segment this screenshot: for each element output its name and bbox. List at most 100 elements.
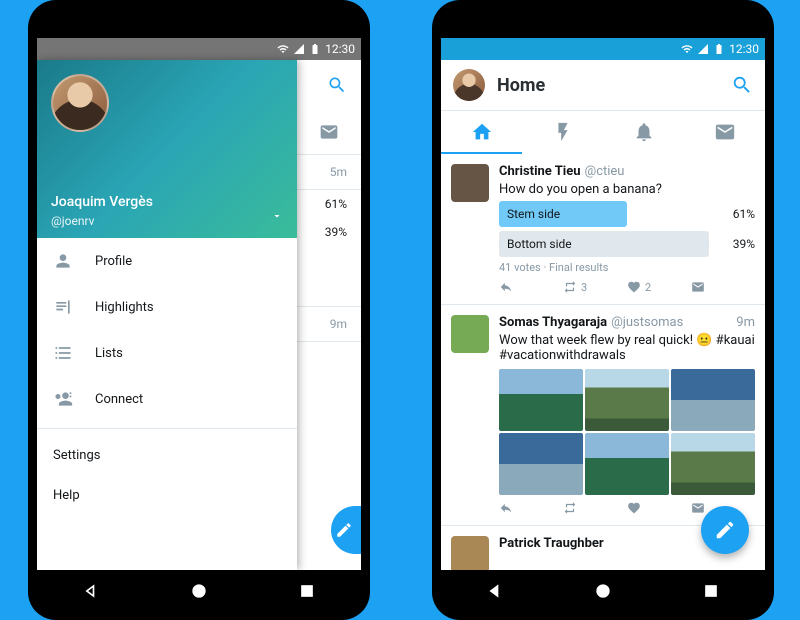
search-icon[interactable]: [327, 75, 347, 95]
android-navbar: [37, 570, 361, 612]
back-icon[interactable]: [485, 581, 505, 601]
tweet-name: Christine Tieu: [499, 164, 581, 179]
drawer-item-highlights[interactable]: Highlights: [37, 284, 297, 330]
tweet-text: How do you open a banana?: [499, 182, 755, 197]
heart-icon: [627, 280, 641, 294]
bolt-icon: [552, 121, 574, 143]
tweet[interactable]: Christine Tieu @ctieu How do you open a …: [441, 154, 765, 305]
signal-icon: [697, 43, 709, 55]
avatar[interactable]: [451, 315, 489, 353]
page-title: Home: [497, 75, 719, 96]
wifi-icon: [277, 43, 289, 55]
screen-right: 12:30 Home Christine Tieu @ctieu H: [441, 38, 765, 570]
toolbar: Home: [441, 60, 765, 111]
poll-meta: 41 votes · Final results: [499, 261, 755, 274]
drawer-name: Joaquim Vergès: [51, 194, 153, 210]
recent-icon[interactable]: [297, 581, 317, 601]
battery-icon: [309, 43, 321, 55]
status-bar: 12:30: [37, 38, 361, 60]
drawer-item-label: Lists: [95, 346, 123, 361]
tab-notifications[interactable]: [603, 111, 684, 155]
media-thumb[interactable]: [585, 369, 669, 431]
phone-frame-right: 12:30 Home Christine Tieu @ctieu H: [432, 0, 774, 620]
reply-button[interactable]: [499, 280, 563, 294]
wifi-icon: [681, 43, 693, 55]
lists-icon: [53, 343, 73, 363]
tweet-name: Somas Thyagaraja: [499, 315, 607, 330]
share-icon: [691, 280, 705, 294]
drawer-header[interactable]: Joaquim Vergès @joenrv: [37, 60, 297, 238]
chevron-down-icon: [271, 210, 283, 222]
drawer-item-profile[interactable]: Profile: [37, 238, 297, 284]
poll-option[interactable]: Bottom side 39%: [499, 231, 755, 257]
media-thumb[interactable]: [585, 433, 669, 495]
retweet-icon: [563, 501, 577, 515]
tweet-text: Wow that week flew by real quick! 😐 #kau…: [499, 333, 755, 363]
home-tab-icon: [471, 121, 493, 143]
drawer-handle: @joenrv: [51, 214, 94, 228]
media-thumb[interactable]: [499, 369, 583, 431]
retweet-button[interactable]: 3: [563, 280, 627, 294]
retweet-button[interactable]: [563, 501, 627, 515]
tab-messages[interactable]: [684, 111, 765, 155]
android-navbar: [441, 570, 765, 612]
tweet-handle: @ctieu: [585, 164, 625, 179]
connect-icon: [53, 389, 73, 409]
avatar[interactable]: [451, 164, 489, 202]
avatar[interactable]: [451, 536, 489, 570]
battery-icon: [713, 43, 725, 55]
status-time: 12:30: [729, 42, 759, 56]
share-icon: [691, 501, 705, 515]
feed: Christine Tieu @ctieu How do you open a …: [441, 154, 765, 570]
recent-icon[interactable]: [701, 581, 721, 601]
drawer-item-label: Highlights: [95, 300, 154, 315]
share-button[interactable]: [691, 280, 755, 294]
drawer-item-settings[interactable]: Settings: [37, 435, 297, 475]
person-icon: [53, 251, 73, 271]
like-button[interactable]: [627, 501, 691, 515]
drawer-item-label: Profile: [95, 254, 132, 269]
home-icon[interactable]: [189, 581, 209, 601]
tweet-name: Patrick Traughber: [499, 536, 604, 551]
messages-icon: [714, 121, 736, 143]
retweet-icon: [563, 280, 577, 294]
tab-moments[interactable]: [522, 111, 603, 155]
avatar[interactable]: [51, 74, 109, 132]
tweet-actions: 3 2: [499, 280, 755, 294]
screen-left: 12:30 5m 61% 39% 9m Joaquim Vergès @joen…: [37, 38, 361, 570]
bell-icon: [633, 121, 655, 143]
reply-icon: [499, 280, 513, 294]
messages-icon: [319, 122, 339, 142]
back-icon[interactable]: [81, 581, 101, 601]
poll-option[interactable]: Stem side 61%: [499, 201, 755, 227]
drawer-item-label: Connect: [95, 392, 143, 407]
like-button[interactable]: 2: [627, 280, 691, 294]
compose-fab[interactable]: [701, 506, 749, 554]
search-icon[interactable]: [731, 74, 753, 96]
media-grid[interactable]: [499, 369, 755, 495]
media-thumb[interactable]: [671, 433, 755, 495]
divider: [37, 428, 297, 429]
heart-icon: [627, 501, 641, 515]
status-time: 12:30: [325, 42, 355, 56]
phone-frame-left: 12:30 5m 61% 39% 9m Joaquim Vergès @joen…: [28, 0, 370, 620]
drawer-item-help[interactable]: Help: [37, 475, 297, 515]
tweet[interactable]: Somas Thyagaraja @justsomas 9m Wow that …: [441, 305, 765, 526]
tweet-time: 9m: [736, 315, 755, 330]
reply-button[interactable]: [499, 501, 563, 515]
drawer-item-lists[interactable]: Lists: [37, 330, 297, 376]
compose-fab-peek[interactable]: [331, 506, 361, 554]
tab-bar: [441, 111, 765, 156]
avatar-button[interactable]: [453, 69, 485, 101]
drawer-item-connect[interactable]: Connect: [37, 376, 297, 422]
nav-drawer: Joaquim Vergès @joenrv Profile Highlight…: [37, 60, 297, 570]
account-dropdown[interactable]: [271, 207, 283, 226]
home-icon[interactable]: [593, 581, 613, 601]
signal-icon: [293, 43, 305, 55]
highlights-icon: [53, 297, 73, 317]
tab-home[interactable]: [441, 111, 522, 155]
media-thumb[interactable]: [671, 369, 755, 431]
tweet-handle: @justsomas: [611, 315, 683, 330]
media-thumb[interactable]: [499, 433, 583, 495]
status-bar: 12:30: [441, 38, 765, 60]
